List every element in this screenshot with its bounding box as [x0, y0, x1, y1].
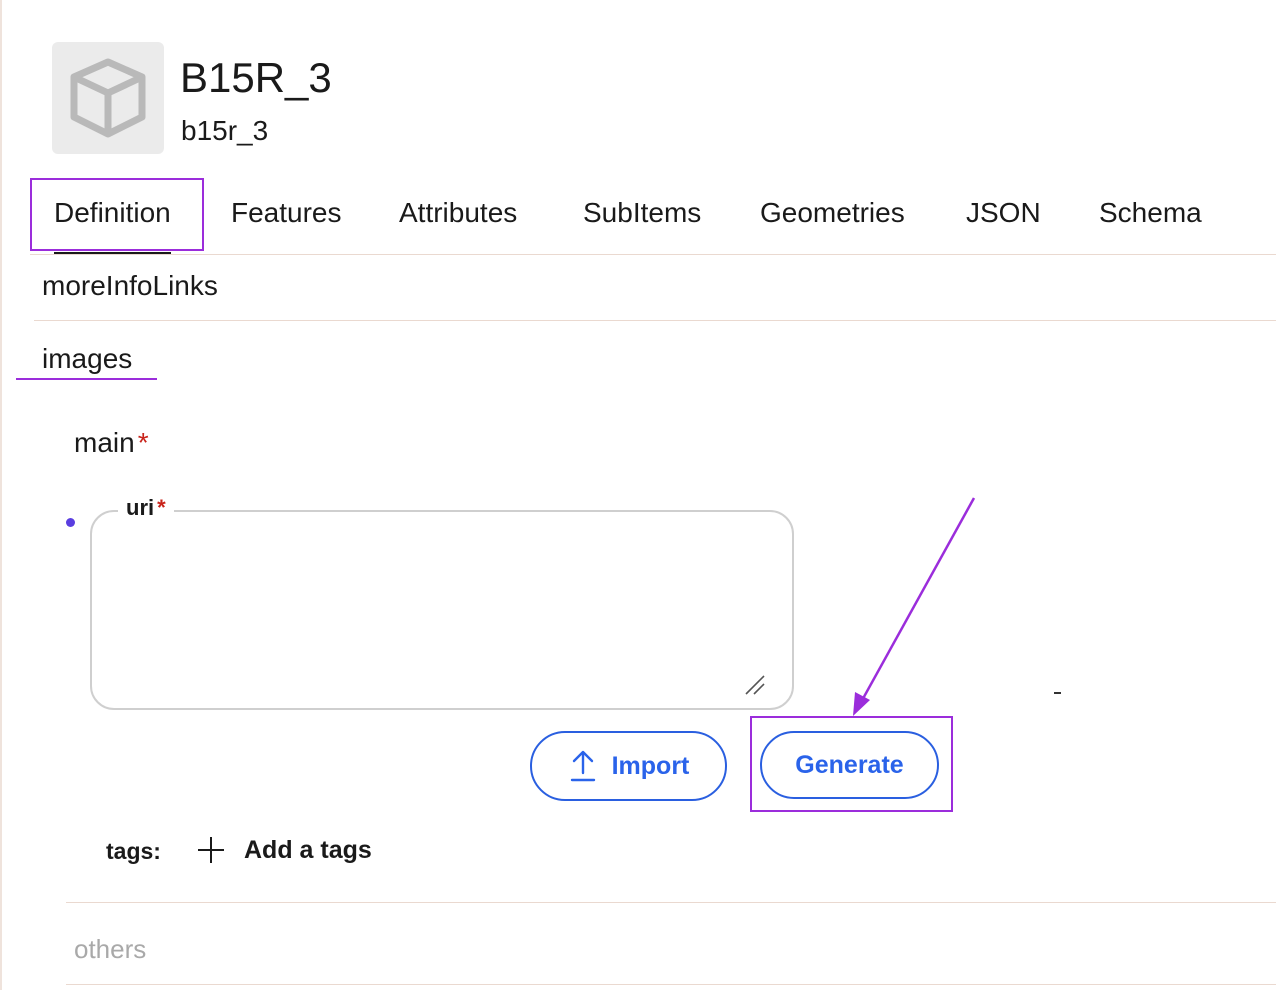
tab-bar: Definition Features Attributes SubItems … — [30, 178, 1276, 255]
item-title: B15R_3 — [180, 54, 332, 101]
upload-arrow-icon — [570, 750, 595, 782]
cube-icon — [70, 58, 146, 138]
section-divider — [34, 320, 1276, 321]
tab-definition[interactable]: Definition — [54, 178, 171, 254]
others-divider — [66, 984, 1276, 985]
generate-button[interactable]: Generate — [760, 731, 939, 799]
main-label-text: main — [74, 427, 135, 458]
more-info-links-label: moreInfoLinks — [42, 270, 218, 300]
tab-geometries[interactable]: Geometries — [760, 178, 905, 252]
resize-grip-icon[interactable] — [744, 674, 766, 696]
import-label: Import — [611, 751, 690, 780]
left-edge-border — [0, 0, 2, 990]
plus-icon — [198, 837, 224, 863]
uri-label-text: uri — [126, 495, 155, 520]
list-bullet — [66, 518, 75, 527]
images-section-label[interactable]: images — [42, 342, 132, 376]
others-section-label[interactable]: others — [74, 933, 146, 965]
item-subtitle: b15r_3 — [181, 115, 269, 146]
tab-features[interactable]: Features — [231, 178, 342, 252]
uri-field[interactable] — [90, 510, 794, 710]
add-tags-button[interactable]: Add a tags — [196, 832, 372, 868]
uri-input[interactable] — [108, 536, 772, 690]
tab-attributes[interactable]: Attributes — [399, 178, 517, 252]
required-asterisk: * — [157, 495, 166, 520]
more-info-links-section[interactable]: moreInfoLinks — [42, 256, 442, 300]
add-tags-label: Add a tags — [244, 835, 372, 864]
main-field-label: main * — [74, 426, 149, 460]
tags-divider — [66, 902, 1276, 903]
tab-subitems[interactable]: SubItems — [583, 178, 701, 252]
tab-json[interactable]: JSON — [966, 178, 1041, 252]
required-asterisk: * — [137, 427, 149, 458]
item-thumbnail — [52, 42, 164, 154]
uri-field-label: uri * — [118, 494, 174, 522]
annotation-arrow — [853, 497, 976, 716]
tab-schema[interactable]: Schema — [1099, 178, 1202, 252]
images-annotation-underline — [16, 378, 157, 380]
import-button[interactable]: Import — [530, 731, 727, 801]
stray-mark — [1054, 692, 1061, 694]
generate-label: Generate — [795, 750, 904, 779]
tags-label: tags: — [106, 838, 161, 864]
